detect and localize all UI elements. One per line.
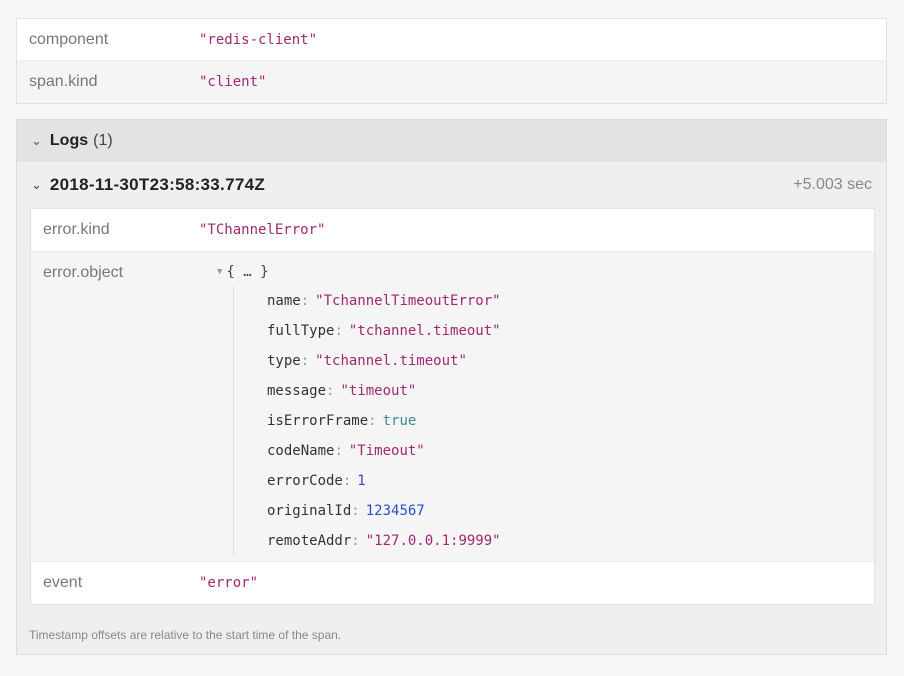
tag-row-component: component "redis-client"	[17, 19, 886, 61]
triangle-down-icon: ▼	[217, 267, 223, 277]
json-property-key: isErrorFrame	[267, 413, 369, 429]
json-object-viewer: ▼{ … } name: "TchannelTimeoutError" fullTy…	[199, 252, 501, 556]
log-offset: +5.003 sec	[793, 176, 872, 193]
json-property-value: "Timeout"	[348, 443, 425, 459]
json-colon: :	[300, 293, 310, 309]
log-field-row-error-object: error.object ▼{ … } name: "TchannelTimeou…	[31, 252, 874, 561]
json-colon: :	[326, 383, 335, 399]
json-property-value: true	[382, 413, 417, 429]
json-property-value: "tchannel.timeout"	[348, 323, 501, 339]
json-property-key: errorCode	[267, 473, 343, 489]
json-property-value: 1234567	[365, 503, 425, 519]
json-property-value: "tchannel.timeout"	[315, 353, 467, 369]
json-colon: :	[351, 503, 360, 519]
logs-section: ⌄ Logs (1) ⌄ 2018-11-30T23:58:33.774Z +5…	[16, 119, 887, 655]
chevron-down-icon: ⌄	[31, 177, 42, 192]
json-property-value: "TchannelTimeoutError"	[315, 293, 501, 309]
json-property: codeName: "Timeout"	[267, 436, 501, 466]
json-property: fullType: "tchannel.timeout"	[267, 316, 501, 346]
json-property: isErrorFrame: true	[267, 406, 501, 436]
json-colon: :	[300, 353, 310, 369]
json-property-key: message	[267, 383, 327, 399]
field-key: error.kind	[43, 221, 110, 238]
object-summary: { … }	[226, 264, 269, 280]
json-property-key: originalId	[267, 503, 352, 519]
json-colon: :	[368, 413, 377, 429]
json-property-value: "timeout"	[340, 383, 417, 399]
json-property: errorCode: 1	[267, 466, 501, 496]
field-key: error.object	[43, 264, 124, 281]
json-colon: :	[334, 323, 343, 339]
tag-value: "client"	[199, 74, 267, 90]
json-property: name: "TchannelTimeoutError"	[267, 286, 501, 316]
json-property: type: "tchannel.timeout"	[267, 346, 501, 376]
json-property: originalId: 1234567	[267, 496, 501, 526]
json-property-key: fullType	[267, 323, 335, 339]
json-colon: :	[342, 473, 352, 489]
json-object-properties: name: "TchannelTimeoutError" fullType: "tch…	[233, 286, 501, 556]
log-item-toggle[interactable]: ⌄ 2018-11-30T23:58:33.774Z +5.003 sec	[17, 162, 886, 208]
log-fields-table: error.kind "TChannelError" error.object …	[30, 208, 875, 605]
json-colon: :	[334, 443, 343, 459]
json-property-key: type	[267, 353, 301, 369]
log-timestamp: 2018-11-30T23:58:33.774Z	[49, 175, 266, 194]
timestamp-offset-note: Timestamp offsets are relative to the st…	[29, 628, 342, 642]
logs-toggle-header[interactable]: ⌄ Logs (1)	[17, 120, 886, 162]
json-colon: :	[351, 533, 360, 549]
log-field-row-event: event "error"	[31, 561, 874, 604]
log-field-row-error-kind: error.kind "TChannelError"	[31, 209, 874, 252]
logs-title: Logs	[49, 132, 89, 149]
field-value: "TChannelError"	[199, 222, 326, 238]
tag-key: span.kind	[29, 73, 98, 90]
json-property-value: 1	[357, 473, 366, 489]
json-property: remoteAddr: "127.0.0.1:9999"	[267, 526, 501, 556]
tag-row-span-kind: span.kind "client"	[17, 61, 886, 103]
field-key: event	[43, 574, 83, 591]
json-object-toggle[interactable]: ▼{ … }	[217, 264, 501, 280]
json-property-key: codeName	[267, 443, 335, 459]
json-property-value: "127.0.0.1:9999"	[365, 533, 501, 549]
json-property: message: "timeout"	[267, 376, 501, 406]
json-property-key: remoteAddr	[267, 533, 352, 549]
chevron-down-icon: ⌄	[31, 133, 42, 148]
logs-count: (1)	[93, 132, 113, 149]
field-value: "error"	[199, 575, 259, 591]
tag-value: "redis-client"	[199, 31, 318, 48]
json-property-key: name	[267, 293, 301, 309]
tag-key: component	[29, 30, 109, 48]
span-tags-table: component "redis-client" span.kind "clie…	[16, 18, 887, 104]
